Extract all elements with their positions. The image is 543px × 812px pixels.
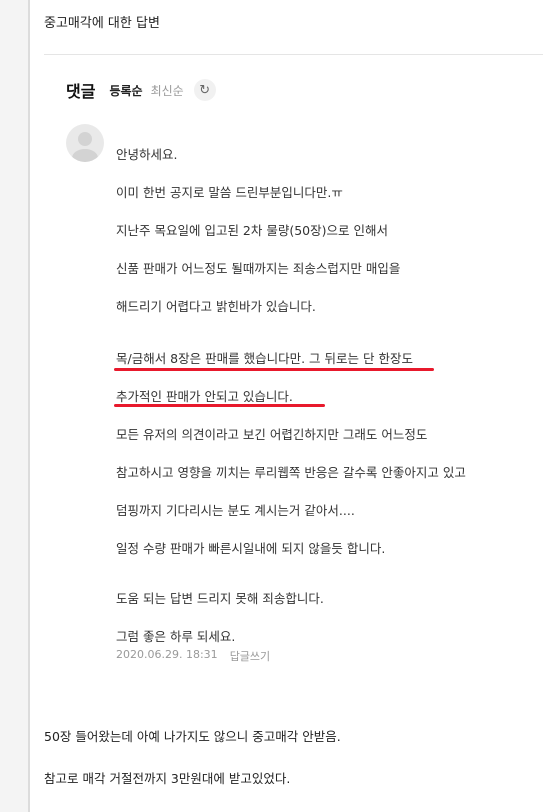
comment-line-highlighted: 목/금해서 8장은 판매를 했습니다만. 그 뒤로는 단 한장도 — [116, 351, 413, 366]
sort-latest-button[interactable]: 최신순 — [151, 82, 184, 99]
sort-registered-button[interactable]: 등록순 — [109, 82, 142, 99]
comment-line: 신품 판매가 어느정도 될때까지는 죄송스럽지만 매입을 — [116, 261, 401, 276]
comment-date: 2020.06.29. 18:31 — [116, 648, 218, 661]
comment-line-highlighted: 추가적인 판매가 안되고 있습니다. — [116, 389, 293, 404]
comment-line: 이미 한번 공지로 말씀 드린부분입니다만.ㅠ — [116, 185, 343, 200]
left-sidebar-border — [28, 0, 30, 812]
red-underline-annotation — [114, 368, 434, 371]
refresh-button[interactable]: ↻ — [193, 79, 216, 101]
title-divider — [44, 54, 543, 55]
avatar — [66, 124, 104, 162]
post-paragraph: 참고로 매각 거절전까지 3만원대에 받고있었다. — [44, 771, 291, 786]
comment-line: 덤핑까지 기다리시는 분도 계시는거 같아서.... — [116, 503, 355, 518]
reply-link[interactable]: 답글쓰기 — [230, 648, 270, 664]
refresh-icon: ↻ — [199, 82, 211, 98]
comment-meta: 2020.06.29. 18:31 답글쓰기 — [116, 648, 270, 664]
comment-header: 댓글 등록순 최신순 ↻ — [66, 78, 216, 102]
comment-line: 지난주 목요일에 입고된 2차 물량(50장)으로 인해서 — [116, 223, 388, 238]
comment-line: 도움 되는 답변 드리지 못해 죄송합니다. — [116, 591, 324, 606]
comment-line: 안녕하세요. — [116, 147, 178, 162]
comment-section-title: 댓글 — [66, 82, 96, 101]
red-underline-annotation — [114, 404, 325, 407]
comment-line: 모든 유저의 의견이라고 보긴 어렵긴하지만 그래도 어느정도 — [116, 427, 428, 442]
left-sidebar-strip — [0, 0, 28, 812]
page-title: 중고매각에 대한 답변 — [44, 16, 160, 31]
comment-line: 일정 수량 판매가 빠른시일내에 되지 않을듯 합니다. — [116, 541, 386, 556]
default-profile-icon — [72, 132, 98, 162]
comment-line: 해드리기 어렵다고 밝힌바가 있습니다. — [116, 299, 316, 314]
comment-line: 참고하시고 영향을 끼치는 루리웹쪽 반응은 갈수록 안좋아지고 있고 — [116, 465, 466, 480]
comment-line: 그럼 좋은 하루 되세요. — [116, 629, 236, 644]
post-paragraph: 50장 들어왔는데 아예 나가지도 않으니 중고매각 안받음. — [44, 729, 341, 744]
